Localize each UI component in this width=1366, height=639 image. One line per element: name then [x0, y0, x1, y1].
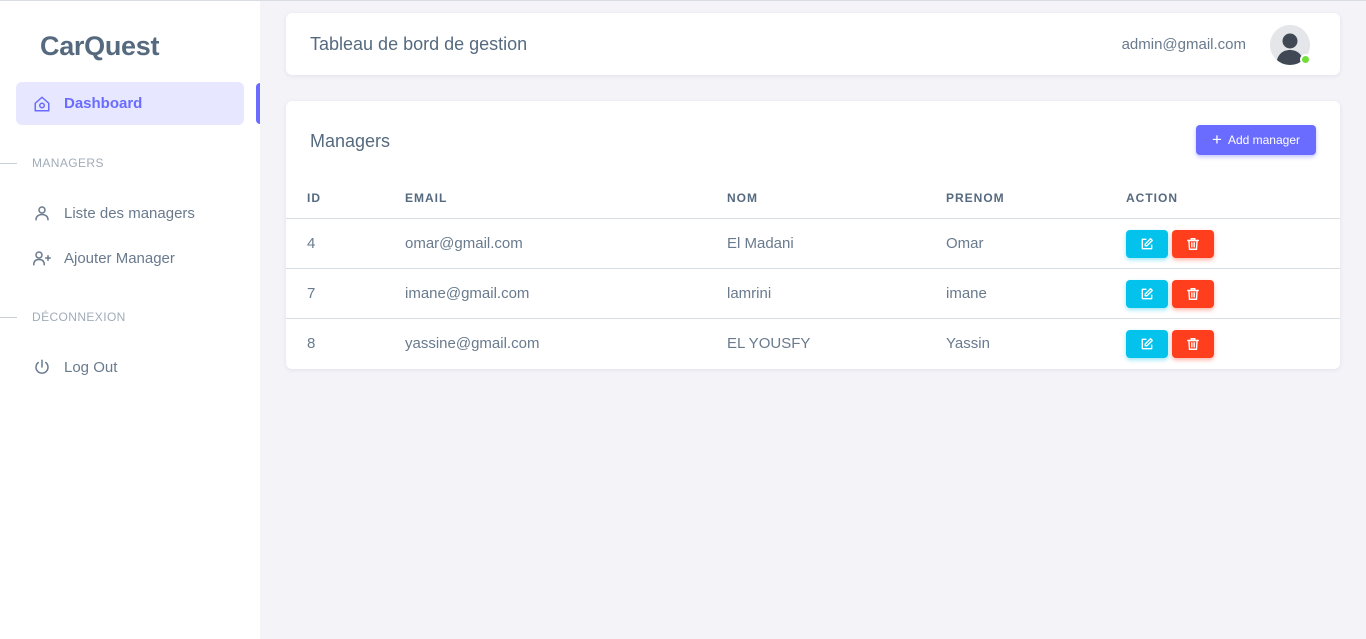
edit-icon	[1141, 338, 1153, 350]
trash-icon	[1187, 338, 1199, 350]
online-status-dot	[1300, 54, 1311, 65]
delete-button[interactable]	[1172, 230, 1214, 258]
cell-email: yassine@gmail.com	[405, 335, 540, 352]
section-header-managers: MANAGERS	[0, 156, 104, 170]
top-navbar: Tableau de bord de gestion admin@gmail.c…	[286, 13, 1340, 75]
edit-icon	[1141, 288, 1153, 300]
home-icon	[33, 95, 51, 113]
cell-email: imane@gmail.com	[405, 285, 530, 302]
cell-nom: lamrini	[727, 285, 772, 302]
brand-logo[interactable]: CarQuest	[40, 31, 159, 62]
active-indicator	[256, 83, 260, 124]
add-manager-button[interactable]: + Add manager	[1196, 125, 1316, 155]
plus-icon: +	[1212, 130, 1222, 149]
user-icon	[32, 203, 52, 223]
delete-button[interactable]	[1172, 330, 1214, 358]
edit-button[interactable]	[1126, 280, 1168, 308]
cell-prenom: Omar	[946, 235, 984, 252]
cell-nom: El Madani	[727, 235, 794, 252]
cell-id: 4	[307, 235, 316, 252]
edit-icon	[1141, 238, 1153, 250]
sidebar-item-label: Log Out	[64, 358, 118, 376]
table-row: 8 yassine@gmail.com EL YOUSFY Yassin	[286, 319, 1340, 369]
sidebar-item-label: Ajouter Manager	[64, 249, 175, 267]
section-header-deconnexion: DÉCONNEXION	[0, 310, 126, 324]
page-title: Tableau de bord de gestion	[310, 34, 528, 54]
sidebar: CarQuest Dashboard MANAGERS Liste des ma…	[0, 1, 260, 639]
cell-email: omar@gmail.com	[405, 235, 523, 252]
table-header: ID EMAIL NOM PRENOM ACTION	[286, 177, 1340, 219]
sidebar-item-ajouter-manager[interactable]: Ajouter Manager	[32, 248, 175, 268]
edit-button[interactable]	[1126, 330, 1168, 358]
column-header-email: EMAIL	[405, 191, 448, 205]
power-icon	[32, 357, 52, 377]
column-header-id: ID	[307, 191, 321, 205]
column-header-action: ACTION	[1126, 191, 1178, 205]
cell-nom: EL YOUSFY	[727, 335, 811, 352]
managers-card: Managers + Add manager ID EMAIL NOM PREN…	[286, 101, 1340, 369]
cell-prenom: Yassin	[946, 335, 990, 352]
user-plus-icon	[32, 248, 52, 268]
user-email: admin@gmail.com	[1121, 36, 1246, 53]
sidebar-item-logout[interactable]: Log Out	[32, 357, 117, 377]
table-row: 4 omar@gmail.com El Madani Omar	[286, 219, 1340, 269]
trash-icon	[1187, 238, 1199, 250]
column-header-nom: NOM	[727, 191, 758, 205]
card-title: Managers	[310, 131, 391, 151]
sidebar-item-label: Dashboard	[64, 95, 143, 112]
column-header-prenom: PRENOM	[946, 191, 1005, 205]
cell-id: 7	[307, 285, 316, 302]
delete-button[interactable]	[1172, 280, 1214, 308]
sidebar-item-dashboard[interactable]: Dashboard	[16, 82, 244, 125]
sidebar-item-liste-managers[interactable]: Liste des managers	[32, 203, 195, 223]
sidebar-item-label: Liste des managers	[64, 204, 195, 222]
trash-icon	[1187, 288, 1199, 300]
cell-id: 8	[307, 335, 316, 352]
cell-prenom: imane	[946, 285, 987, 302]
table-row: 7 imane@gmail.com lamrini imane	[286, 269, 1340, 319]
edit-button[interactable]	[1126, 230, 1168, 258]
